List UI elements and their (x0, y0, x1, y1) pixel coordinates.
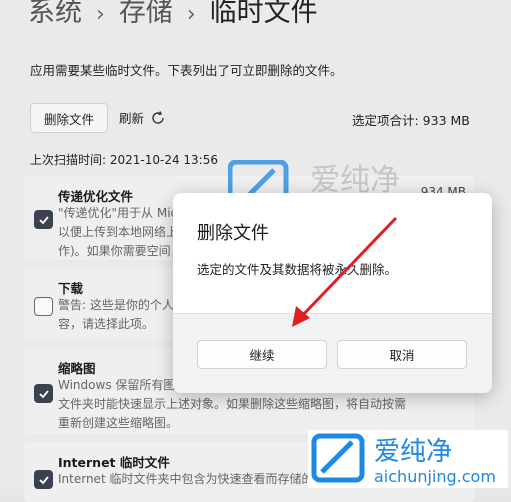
watermark-url: aichunjing.com (374, 467, 496, 486)
watermark-brand: 爱纯净 (374, 437, 452, 467)
arrow-annotation-icon (292, 216, 398, 327)
watermark-logo-bottom: 爱纯净 aichunjing.com (308, 430, 508, 488)
